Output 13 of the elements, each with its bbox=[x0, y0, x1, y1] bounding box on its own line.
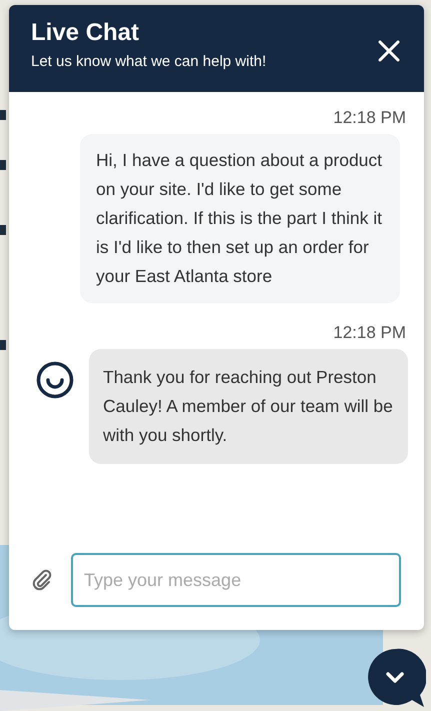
chat-subtitle: Let us know what we can help with! bbox=[31, 53, 266, 70]
close-button[interactable] bbox=[376, 38, 402, 64]
smiley-avatar-icon bbox=[36, 361, 74, 399]
agent-message: Thank you for reaching out Preston Cauley! A member of our team will be with you shortly. bbox=[89, 349, 408, 464]
paperclip-icon[interactable] bbox=[31, 569, 53, 591]
close-icon bbox=[376, 38, 402, 64]
visitor-message: Hi, I have a question about a product on your site. I'd like to get some clarification. If this is the part I think it is I'd like to then set up an order for your East Atlanta store bbox=[80, 134, 400, 303]
message-input[interactable]: Type your message bbox=[71, 553, 401, 607]
chat-bubble-chevron-icon bbox=[366, 648, 426, 708]
message-time: 12:18 PM bbox=[333, 323, 406, 343]
chat-launcher-button[interactable] bbox=[366, 648, 426, 708]
chat-title: Live Chat bbox=[31, 19, 140, 47]
message-time: 12:18 PM bbox=[333, 108, 406, 128]
